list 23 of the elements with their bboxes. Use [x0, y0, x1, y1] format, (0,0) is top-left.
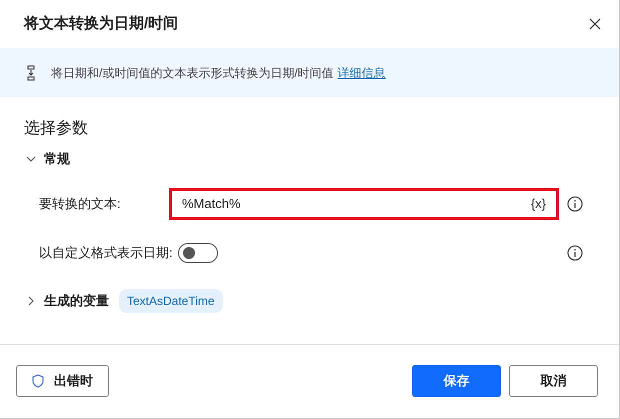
- on-error-button[interactable]: 出错时: [16, 364, 109, 396]
- close-icon[interactable]: [589, 18, 601, 30]
- group-header[interactable]: 常规: [44, 149, 70, 169]
- flow-icon: [27, 64, 35, 80]
- group-header[interactable]: 生成的变量: [44, 291, 109, 311]
- cancel-button[interactable]: 取消: [509, 364, 598, 396]
- field-label: 以自定义格式表示日期:: [39, 244, 174, 262]
- info-icon[interactable]: [567, 244, 583, 260]
- shield-icon: [32, 374, 44, 388]
- info-icon[interactable]: [567, 196, 583, 212]
- text-field[interactable]: %Match% {x}: [169, 188, 559, 220]
- section-title: 选择参数: [24, 120, 88, 137]
- field-label: 要转换的文本:: [39, 194, 122, 213]
- variable-tag[interactable]: TextAsDateTime: [119, 289, 223, 313]
- chevron-down-icon[interactable]: [26, 154, 36, 164]
- window-title: 将文本转换为日期/时间: [24, 14, 180, 34]
- save-button[interactable]: 保存: [412, 364, 501, 396]
- chevron-right-icon[interactable]: [26, 296, 36, 306]
- details-link[interactable]: 详细信息: [338, 64, 386, 82]
- toggle-switch[interactable]: [178, 242, 218, 262]
- field-value: %Match%: [182, 194, 242, 213]
- description-text: 将日期和/或时间值的文本表示形式转换为日期/时间值: [51, 64, 334, 82]
- insert-variable-button[interactable]: {x}: [530, 194, 546, 214]
